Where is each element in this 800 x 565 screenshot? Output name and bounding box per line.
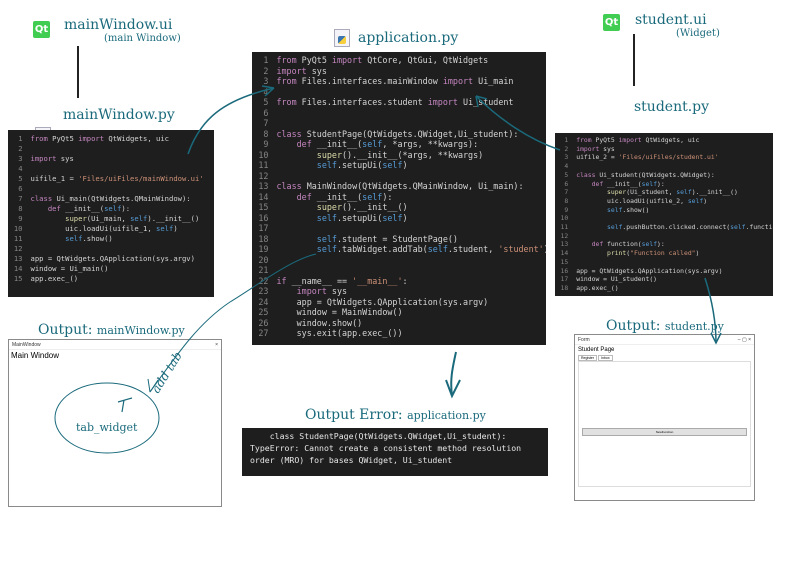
- scribble-mark: [117, 397, 133, 413]
- add-tab-handwriting: add tab: [149, 349, 185, 395]
- arrow-head: [445, 379, 461, 399]
- arrow-student-to-app: [475, 95, 561, 151]
- tab-widget-circle: [54, 382, 160, 454]
- arrow-mainwindow-to-app: [187, 87, 275, 155]
- annotation-layer: add tab tab_widget: [54, 85, 722, 454]
- tab-widget-label: tab_widget: [76, 421, 138, 434]
